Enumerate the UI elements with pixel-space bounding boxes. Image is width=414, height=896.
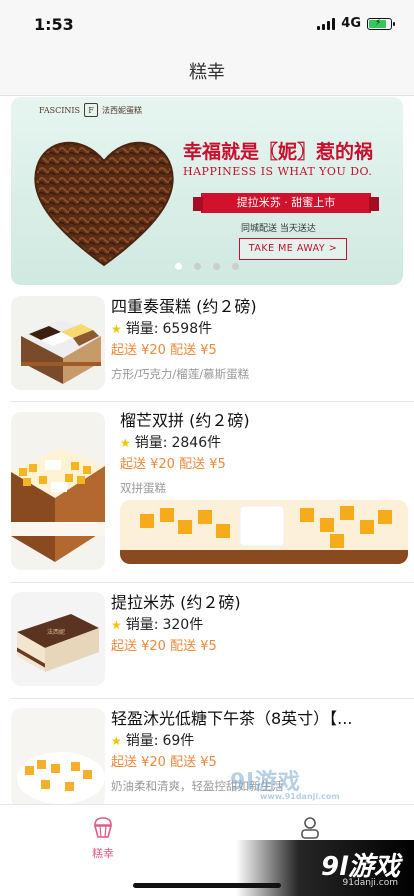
price-info: 起送 ¥20 配送 ¥5 [111,639,217,654]
navigation-bar: 糕幸 [0,50,414,96]
product-item[interactable]: 轻盈沐光低糖下午茶（8英寸）【... ★ 销量: 69件 起送 ¥20 配送 ¥5 … [0,708,414,808]
network-type: 4G [341,16,361,31]
star-icon: ★ [120,436,131,450]
pager-dot-1 [175,263,182,270]
banner-pager[interactable] [11,263,403,270]
product-name: 提拉米苏 (约２磅) [111,593,241,612]
tab-home[interactable]: 糕幸 [73,815,133,861]
product-name: 四重奏蛋糕 (约２磅) [111,297,257,316]
product-name: 轻盈沐光低糖下午茶（8英寸）【... [111,709,353,728]
watermark-logo: 9l游戏 www.91danji.com [230,770,340,801]
page-title: 糕幸 [189,62,225,83]
product-item[interactable]: 法西妮 提拉米苏 (约２磅) ★ 销量: 320件 起送 ¥20 配送 ¥5 [0,592,414,690]
tab-home-label: 糕幸 [92,847,114,860]
cupcake-icon [93,817,113,838]
pager-dot-2 [194,263,201,270]
product-image[interactable]: 法西妮 [11,592,105,686]
divider [11,698,414,699]
brand-crest-icon: F [84,103,99,117]
sales-count: 69件 [162,733,195,749]
banner-delivery-note: 同城配送 当天送达 [241,224,316,234]
tab-profile[interactable] [280,815,340,843]
product-detail-image[interactable] [120,500,408,564]
price-info: 起送 ¥20 配送 ¥5 [120,457,226,472]
product-item[interactable]: 榴芒双拼 (约２磅) ★ 销量: 2846件 起送 ¥20 配送 ¥5 双拼蛋糕 [0,410,414,570]
divider [11,582,414,583]
signal-icon [317,17,336,30]
star-icon: ★ [111,322,122,336]
sales-count: 6598件 [162,321,213,337]
sales-count: 320件 [162,617,204,633]
star-icon: ★ [111,618,122,632]
pager-dot-3 [213,263,220,270]
user-icon [301,817,319,839]
svg-text:法西妮: 法西妮 [47,628,65,636]
chocolate-heart-image [34,141,174,267]
brand-logo: FASCINIS F 法西妮蛋糕 [39,103,142,117]
banner-headline-en: HAPPINESS IS WHAT YOU DO. [183,165,373,178]
status-time: 1:53 [34,15,74,34]
product-image[interactable] [11,412,105,570]
price-info: 起送 ¥20 配送 ¥5 [111,343,217,358]
product-name: 榴芒双拼 (约２磅) [120,411,250,430]
home-indicator [133,883,281,888]
banner-ribbon: 提拉米苏 · 甜蜜上市 [193,193,379,213]
product-tags: 方形/巧克力/榴莲/慕斯蛋糕 [111,367,250,381]
take-me-away-button[interactable]: TAKE ME AWAY > [239,238,347,260]
divider [11,401,414,402]
status-bar: 1:53 4G ⚡ [0,0,414,50]
product-image[interactable] [11,296,105,390]
product-tags: 双拼蛋糕 [120,481,166,495]
tab-bar: 糕幸 9l游戏 91danji.com [0,804,414,896]
battery-icon: ⚡ [367,17,395,30]
product-image[interactable] [11,708,105,808]
sales-count: 2846件 [171,435,222,451]
promo-banner[interactable]: FASCINIS F 法西妮蛋糕 幸福就是〖妮〗惹的祸 HAPPINESS IS… [11,97,403,285]
pager-dot-4 [232,263,239,270]
star-icon: ★ [111,734,122,748]
banner-headline: 幸福就是〖妮〗惹的祸 [183,141,374,163]
product-item[interactable]: 四重奏蛋糕 (约２磅) ★ 销量: 6598件 起送 ¥20 配送 ¥5 方形/巧克… [0,296,414,400]
